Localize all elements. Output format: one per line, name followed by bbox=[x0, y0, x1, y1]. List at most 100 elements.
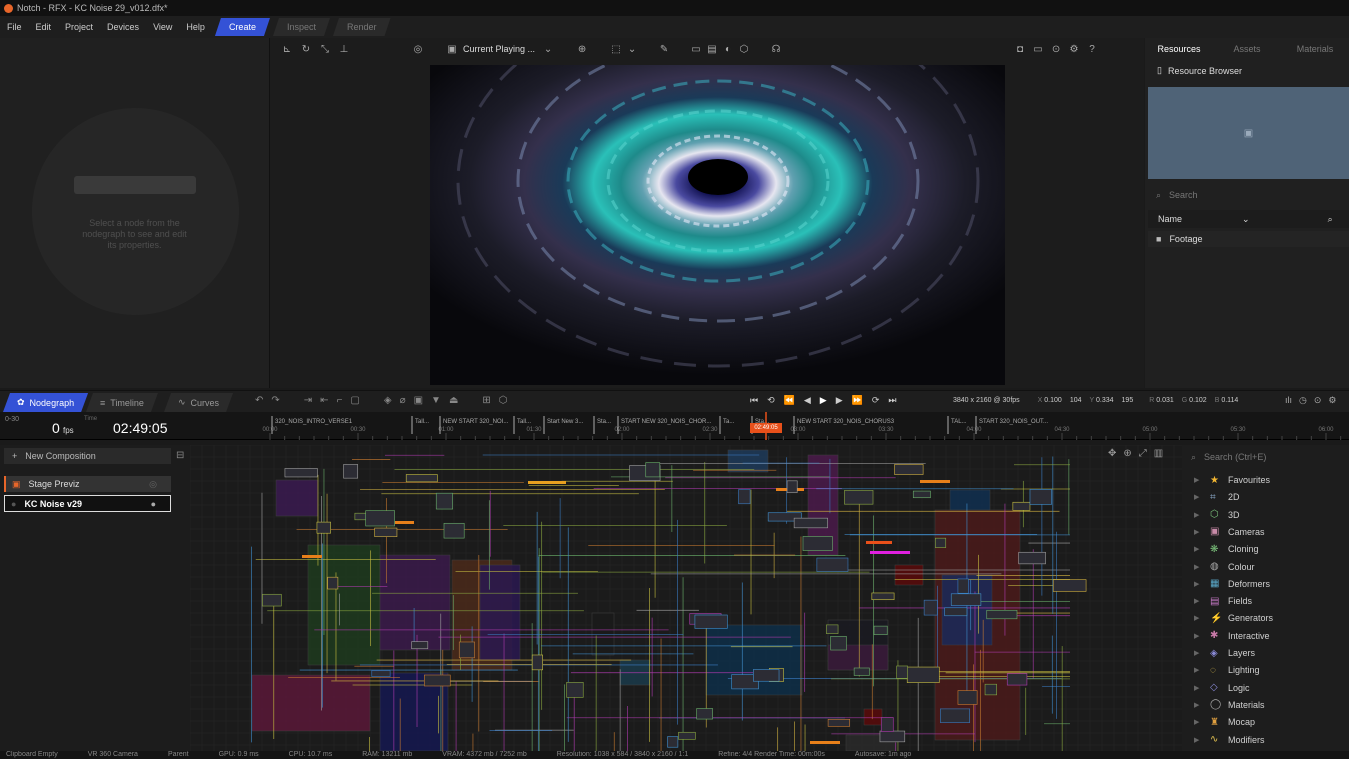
tab-curves[interactable]: ∿ Curves bbox=[164, 393, 233, 412]
clock-icon[interactable]: ⊙ bbox=[1314, 395, 1322, 406]
node[interactable] bbox=[1012, 501, 1031, 511]
pan-icon[interactable]: ✥ bbox=[1108, 448, 1116, 459]
node-group[interactable] bbox=[379, 554, 451, 651]
zoom-icon[interactable]: ⌕ bbox=[1328, 214, 1333, 225]
node[interactable] bbox=[844, 490, 874, 505]
menu-help[interactable]: Help bbox=[179, 22, 212, 32]
tab-materials[interactable]: Materials bbox=[1281, 44, 1349, 54]
node-group[interactable] bbox=[727, 449, 769, 473]
node[interactable] bbox=[343, 464, 358, 479]
node-highlight[interactable] bbox=[528, 481, 566, 484]
nodegraph-canvas[interactable]: ✥ ⊕ ⤢ ▥ bbox=[190, 445, 1182, 751]
library-item-favourites[interactable]: ▶ ★ Favourites bbox=[1194, 473, 1270, 487]
select-tool-icon[interactable]: ▣ bbox=[414, 395, 423, 406]
chevron-down-icon[interactable]: ⌄ bbox=[541, 43, 555, 55]
node-group[interactable] bbox=[863, 708, 883, 726]
current-playing-dropdown[interactable]: Current Playing ... bbox=[463, 44, 535, 54]
tab-timeline[interactable]: ≡ Timeline bbox=[86, 393, 158, 412]
node[interactable] bbox=[645, 462, 661, 478]
link-tool-icon[interactable]: ⌀ bbox=[400, 395, 406, 406]
node[interactable] bbox=[984, 683, 997, 696]
shading-icon[interactable]: ◐ bbox=[721, 43, 735, 55]
library-item-cloning[interactable]: ▶ ❋ Cloning bbox=[1194, 542, 1259, 556]
node[interactable] bbox=[458, 641, 475, 659]
tab-nodegraph[interactable]: ✿ Nodegraph bbox=[3, 393, 88, 412]
node[interactable] bbox=[566, 682, 584, 698]
node[interactable] bbox=[1029, 489, 1052, 505]
node[interactable] bbox=[879, 730, 906, 743]
node[interactable] bbox=[262, 593, 282, 607]
node[interactable] bbox=[816, 557, 849, 572]
chevron-right-icon[interactable]: ▶ bbox=[1194, 563, 1210, 571]
node[interactable] bbox=[793, 517, 828, 529]
chevron-right-icon[interactable]: ▶ bbox=[1194, 597, 1210, 605]
step-forward-icon[interactable]: ▶ bbox=[836, 395, 843, 406]
redo-icon[interactable]: ↷ bbox=[271, 395, 279, 406]
chevron-right-icon[interactable]: ▶ bbox=[1194, 701, 1210, 709]
node-group[interactable] bbox=[591, 612, 615, 656]
node[interactable] bbox=[906, 666, 940, 683]
library-item-2d[interactable]: ▶ ⌗ 2D bbox=[1194, 490, 1240, 504]
step-back-icon[interactable]: ◀ bbox=[804, 395, 811, 406]
node[interactable] bbox=[365, 510, 395, 527]
library-item-mocap[interactable]: ▶ ♜ Mocap bbox=[1194, 715, 1255, 729]
menu-devices[interactable]: Devices bbox=[100, 22, 146, 32]
brush-icon[interactable]: ✎ bbox=[657, 43, 671, 55]
resource-search[interactable]: ⌕ Search bbox=[1148, 185, 1349, 205]
node[interactable] bbox=[405, 474, 438, 483]
help-icon[interactable]: ? bbox=[1085, 43, 1099, 55]
library-search-input[interactable]: Search (Ctrl+E) bbox=[1204, 452, 1266, 462]
selection-icon[interactable]: ⬚ bbox=[609, 43, 623, 55]
node[interactable] bbox=[896, 665, 908, 679]
import-icon[interactable]: ⇥ bbox=[304, 395, 312, 406]
node[interactable] bbox=[435, 492, 454, 510]
node-highlight[interactable] bbox=[810, 741, 840, 744]
node[interactable] bbox=[694, 614, 728, 629]
node[interactable] bbox=[738, 489, 751, 505]
export-icon[interactable]: ⇤ bbox=[320, 395, 328, 406]
node[interactable] bbox=[802, 536, 833, 551]
fast-forward-icon[interactable]: ⏩ bbox=[852, 395, 863, 406]
chevron-right-icon[interactable]: ▶ bbox=[1194, 736, 1210, 744]
play-icon[interactable]: ▶ bbox=[820, 395, 827, 406]
node[interactable] bbox=[753, 669, 780, 682]
node-group[interactable] bbox=[307, 544, 381, 666]
node-group[interactable] bbox=[479, 564, 521, 661]
playhead-label[interactable]: 02:49:05 bbox=[750, 423, 782, 433]
node[interactable] bbox=[786, 480, 798, 493]
menu-project[interactable]: Project bbox=[58, 22, 100, 32]
node[interactable] bbox=[411, 641, 429, 650]
chevron-right-icon[interactable]: ▶ bbox=[1194, 666, 1210, 674]
screenshot-icon[interactable]: ◘ bbox=[1013, 43, 1027, 55]
node-highlight[interactable] bbox=[866, 541, 892, 544]
node[interactable] bbox=[853, 667, 870, 676]
connect-icon[interactable]: ⌐ bbox=[337, 395, 343, 406]
skip-start-icon[interactable]: ⏮ bbox=[750, 395, 758, 406]
library-item-logic[interactable]: ▶ ◇ Logic bbox=[1194, 681, 1250, 695]
mode-tab-create[interactable]: Create bbox=[215, 18, 270, 36]
library-item-layers[interactable]: ▶ ◈ Layers bbox=[1194, 646, 1255, 660]
cube-view-icon[interactable]: ⬡ bbox=[737, 43, 751, 55]
tab-assets[interactable]: Assets bbox=[1213, 44, 1281, 54]
active-icon[interactable]: ● bbox=[151, 499, 156, 509]
node-group[interactable] bbox=[275, 479, 319, 517]
record-icon[interactable]: ⊙ bbox=[1049, 43, 1063, 55]
node[interactable] bbox=[944, 607, 968, 617]
node-highlight[interactable] bbox=[870, 551, 910, 554]
history-icon[interactable]: ◷ bbox=[1299, 395, 1307, 406]
rotate-icon[interactable]: ↻ bbox=[299, 43, 313, 55]
node[interactable] bbox=[957, 578, 969, 594]
settings-icon[interactable]: ⚙ bbox=[1067, 43, 1081, 55]
chevron-down-icon[interactable]: ⌄ bbox=[625, 43, 639, 55]
chevron-right-icon[interactable]: ▶ bbox=[1194, 684, 1210, 692]
panel-toggle-icon[interactable]: ▥ bbox=[1154, 448, 1163, 459]
chevron-right-icon[interactable]: ▶ bbox=[1194, 528, 1210, 536]
menu-file[interactable]: File bbox=[0, 22, 29, 32]
zoom-icon[interactable]: ⊕ bbox=[1123, 448, 1131, 459]
target-icon[interactable]: ◎ bbox=[411, 43, 425, 55]
chevron-right-icon[interactable]: ▶ bbox=[1194, 718, 1210, 726]
camera-select-icon[interactable]: ▣ bbox=[445, 43, 459, 55]
node[interactable] bbox=[374, 527, 398, 537]
library-item-deformers[interactable]: ▶ ▦ Deformers bbox=[1194, 577, 1270, 591]
mode-tab-inspect[interactable]: Inspect bbox=[273, 18, 330, 36]
